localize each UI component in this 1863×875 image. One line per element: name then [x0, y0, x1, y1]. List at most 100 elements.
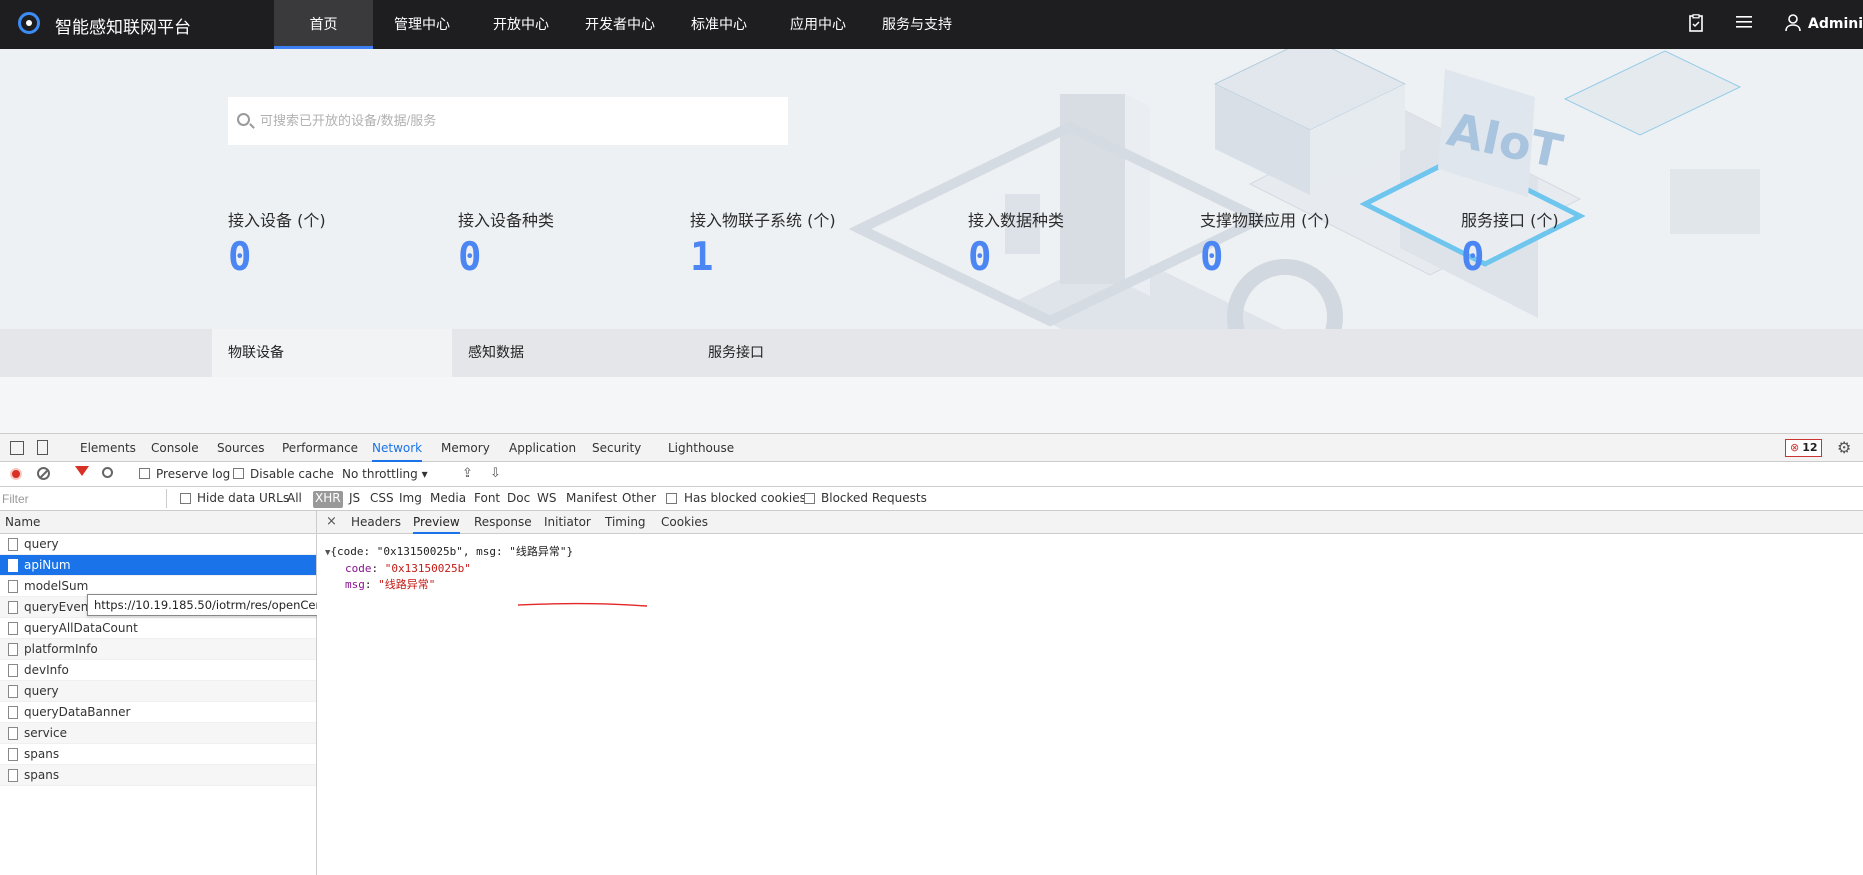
- export-har-icon[interactable]: ⇩: [490, 466, 501, 481]
- tab-sensing-data[interactable]: 感知数据: [452, 329, 692, 377]
- blocked-requests-checkbox[interactable]: [804, 493, 815, 504]
- hide-data-urls-checkbox[interactable]: [180, 493, 191, 504]
- request-file-icon: [8, 664, 18, 677]
- json-value-msg: "线路异常": [378, 578, 436, 591]
- detail-tab-response[interactable]: Response: [474, 515, 532, 534]
- json-summary-row[interactable]: ▼{code: "0x13150025b", msg: "线路异常"}: [325, 544, 573, 561]
- inspect-element-icon[interactable]: [10, 441, 24, 455]
- filter-other[interactable]: Other: [622, 491, 656, 508]
- tab-service-interface[interactable]: 服务接口: [692, 329, 932, 377]
- menu-icon[interactable]: [1734, 14, 1754, 34]
- devtools-tab-console[interactable]: Console: [151, 441, 199, 462]
- search-bar[interactable]: [228, 97, 788, 145]
- error-count-badge[interactable]: ⊗ 12: [1785, 439, 1822, 457]
- disable-cache-checkbox[interactable]: [233, 468, 244, 479]
- filter-js[interactable]: JS: [349, 491, 360, 508]
- network-request-row[interactable]: queryAllDataCount: [0, 618, 316, 639]
- nav-developer-center[interactable]: 开发者中心: [575, 0, 665, 49]
- stat-service-apis: 服务接口 (个) 0: [1461, 207, 1671, 277]
- detail-tab-initiator[interactable]: Initiator: [544, 515, 591, 534]
- network-request-row[interactable]: service: [0, 723, 316, 744]
- request-name: spans: [24, 768, 60, 782]
- has-blocked-cookies-checkbox[interactable]: [666, 493, 677, 504]
- filter-doc[interactable]: Doc: [507, 491, 530, 508]
- network-request-list: Name query apiNum modelSum queryEventLis…: [0, 511, 317, 875]
- request-file-icon: [8, 643, 18, 656]
- throttling-select[interactable]: No throttling ▾: [342, 467, 428, 481]
- nav-home[interactable]: 首页: [274, 0, 373, 49]
- network-request-row[interactable]: queryDataBanner: [0, 702, 316, 723]
- request-name: platformInfo: [24, 642, 98, 656]
- devtools-tab-elements[interactable]: Elements: [80, 441, 136, 462]
- devtools-tab-lighthouse[interactable]: Lighthouse: [668, 441, 734, 462]
- request-file-icon: [8, 538, 18, 551]
- json-key-msg: msg: [345, 578, 365, 591]
- devtools-tab-sources[interactable]: Sources: [217, 441, 264, 462]
- network-filter-input[interactable]: [2, 489, 167, 508]
- network-request-row[interactable]: devInfo: [0, 660, 316, 681]
- record-network-icon[interactable]: [10, 468, 22, 480]
- nav-application-center[interactable]: 应用中心: [773, 0, 863, 49]
- filter-font[interactable]: Font: [474, 491, 500, 508]
- network-request-row[interactable]: spans: [0, 765, 316, 786]
- devtools-tab-network[interactable]: Network: [372, 441, 423, 462]
- close-icon[interactable]: ×: [326, 514, 337, 529]
- has-blocked-cookies-label: Has blocked cookies: [684, 491, 806, 505]
- filter-media[interactable]: Media: [430, 491, 466, 508]
- tab-content-area: [0, 377, 1863, 433]
- filter-manifest[interactable]: Manifest: [566, 491, 617, 508]
- device-toolbar-icon[interactable]: [37, 440, 48, 455]
- devtools-tab-performance[interactable]: Performance: [282, 441, 358, 462]
- request-name: service: [24, 726, 67, 740]
- nav-open-center[interactable]: 开放中心: [476, 0, 566, 49]
- clear-network-log-icon[interactable]: [37, 467, 50, 480]
- request-detail-pane: × Headers Preview Response Initiator Tim…: [317, 511, 1863, 875]
- devtools-tab-bar: Elements Console Sources Performance Net…: [0, 434, 1863, 462]
- detail-tab-cookies[interactable]: Cookies: [661, 515, 708, 534]
- json-msg-row: msg: "线路异常": [345, 578, 436, 591]
- user-icon[interactable]: [1783, 14, 1803, 34]
- settings-gear-icon[interactable]: ⚙: [1837, 438, 1851, 457]
- devtools-tab-security[interactable]: Security: [592, 441, 641, 462]
- request-file-icon: [8, 601, 18, 614]
- stat-label: 接入物联子系统 (个): [690, 211, 836, 230]
- filter-img[interactable]: Img: [399, 491, 422, 508]
- name-column-header[interactable]: Name: [0, 511, 316, 534]
- devtools-tab-application[interactable]: Application: [509, 441, 576, 462]
- import-har-icon[interactable]: ⇪: [462, 466, 473, 481]
- stat-label: 接入数据种类: [968, 211, 1065, 230]
- search-requests-icon[interactable]: [102, 467, 113, 478]
- devtools-tab-memory[interactable]: Memory: [441, 441, 490, 462]
- network-request-row[interactable]: spans: [0, 744, 316, 765]
- network-request-row[interactable]: query: [0, 534, 316, 555]
- nav-management-center[interactable]: 管理中心: [377, 0, 467, 49]
- network-filter-bar: Hide data URLs All XHR JS CSS Img Media …: [0, 487, 1863, 511]
- detail-tab-preview[interactable]: Preview: [413, 515, 460, 534]
- request-detail-tabs: × Headers Preview Response Initiator Tim…: [317, 511, 1863, 534]
- json-preview: ▼{code: "0x13150025b", msg: "线路异常"} code…: [325, 544, 573, 593]
- search-input[interactable]: [260, 103, 760, 137]
- request-name: query: [24, 537, 59, 551]
- nav-standard-center[interactable]: 标准中心: [674, 0, 764, 49]
- request-name: spans: [24, 747, 60, 761]
- tab-iot-devices[interactable]: 物联设备: [212, 329, 452, 377]
- filter-all[interactable]: All: [287, 491, 302, 508]
- network-request-row[interactable]: platformInfo: [0, 639, 316, 660]
- red-annotation-underline: [517, 602, 648, 607]
- nav-service-support[interactable]: 服务与支持: [872, 0, 962, 49]
- request-file-icon: [8, 622, 18, 635]
- user-name[interactable]: Administ: [1808, 16, 1863, 32]
- stat-value: 0: [968, 235, 992, 280]
- filter-xhr[interactable]: XHR: [313, 491, 343, 508]
- detail-tab-headers[interactable]: Headers: [351, 515, 401, 534]
- clipboard-icon[interactable]: [1686, 14, 1706, 34]
- filter-css[interactable]: CSS: [370, 491, 394, 508]
- filter-icon[interactable]: [75, 466, 89, 476]
- filter-ws[interactable]: WS: [537, 491, 556, 508]
- disable-cache-label: Disable cache: [250, 467, 334, 481]
- detail-tab-timing[interactable]: Timing: [605, 515, 646, 534]
- network-request-row[interactable]: query: [0, 681, 316, 702]
- network-request-row-selected[interactable]: apiNum: [0, 555, 316, 576]
- preserve-log-checkbox[interactable]: [139, 468, 150, 479]
- platform-logo-icon: [18, 12, 40, 34]
